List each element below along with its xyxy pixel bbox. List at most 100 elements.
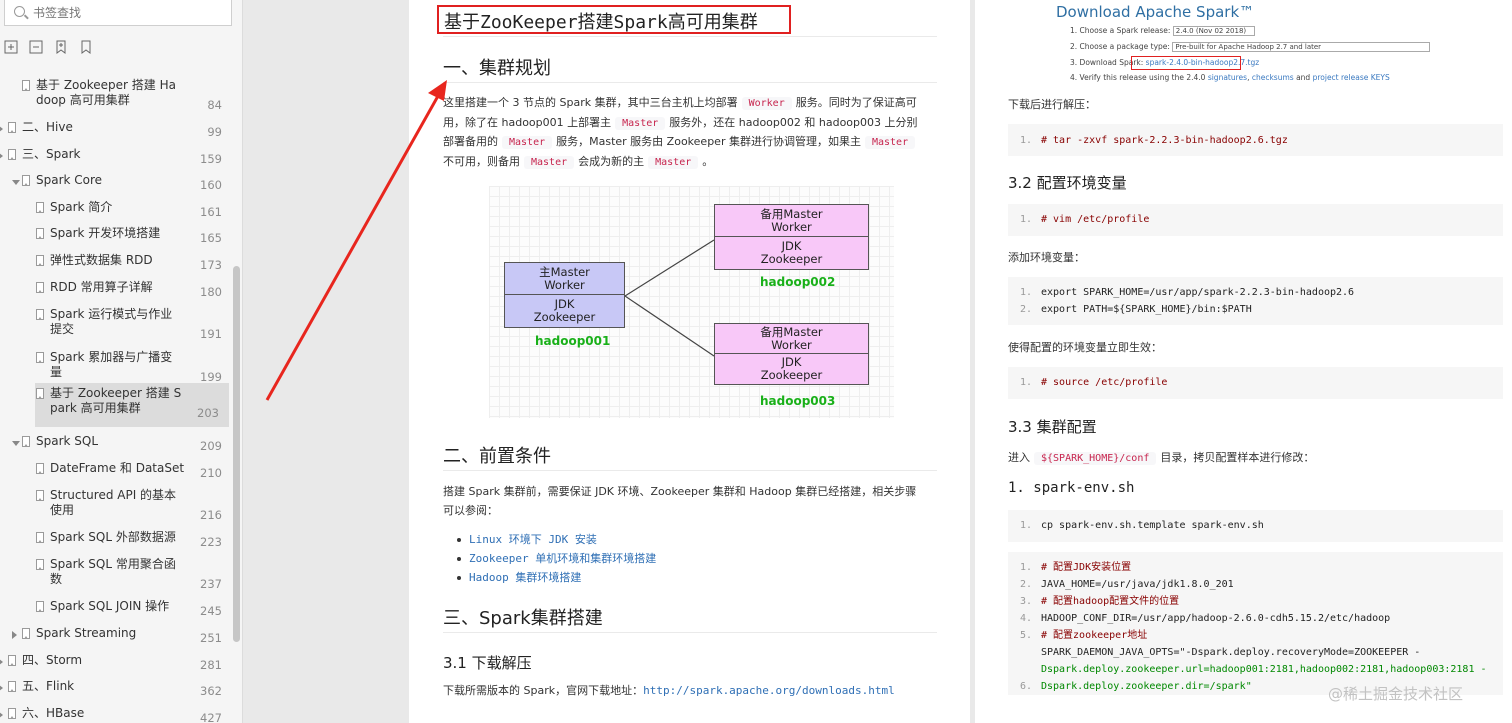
sidebar-bookmark-item[interactable]: Structured API 的基本 使用 216 bbox=[0, 488, 232, 526]
code-line: 5. # 配置zookeeper地址 bbox=[1008, 627, 1503, 644]
sidebar-bookmark-item[interactable]: 基于 Zookeeper 搭建 Spark 高可用集群 203 bbox=[35, 383, 229, 427]
sidebar-bookmark-item[interactable]: Spark SQL 常用聚合函数 237 bbox=[0, 557, 232, 595]
download-url-link[interactable]: http://spark.apache.org/downloads.html bbox=[643, 684, 895, 697]
bookmark-label: Spark SQL 常用聚合函数 bbox=[50, 557, 176, 587]
sidebar-bookmark-item[interactable]: Spark Streaming 251 bbox=[0, 626, 232, 646]
code-text: JAVA_HOME=/usr/java/jdk1.8.0_201 bbox=[1041, 579, 1234, 590]
sidebar-bookmark-item[interactable]: Spark 简介 161 bbox=[0, 200, 232, 220]
list-item: Zookeeper 单机环境和集群环境搭建 bbox=[457, 549, 656, 568]
bookmark-icon bbox=[8, 708, 16, 719]
bookmark-icon bbox=[36, 352, 44, 363]
sidebar-bookmark-item[interactable]: 三、Spark 159 bbox=[0, 147, 232, 167]
sidebar-bookmark-item[interactable]: RDD 常用算子详解 180 bbox=[0, 280, 232, 300]
signatures-link[interactable]: signatures bbox=[1208, 73, 1247, 82]
prereq-text: 搭建 Spark 集群前，需要保证 JDK 环境、Zookeeper 集群和 H… bbox=[443, 485, 917, 498]
list-item: Linux 环境下 JDK 安装 bbox=[457, 530, 656, 549]
bookmark-label-line: Spark Core bbox=[36, 173, 103, 187]
page-title: 基于ZooKeeper搭建Spark高可用集群 bbox=[444, 12, 758, 33]
bookmark-page-number: 84 bbox=[207, 98, 222, 112]
code-text: # vim /etc/profile bbox=[1041, 214, 1150, 225]
divider bbox=[443, 632, 937, 633]
link-jdk-install[interactable]: Linux 环境下 JDK 安装 bbox=[469, 533, 597, 546]
code-line: 2. JAVA_HOME=/usr/java/jdk1.8.0_201 bbox=[1008, 576, 1503, 593]
expand-all-icon[interactable] bbox=[4, 40, 18, 54]
download-text: 下载所需版本的 Spark，官网下载地址： bbox=[443, 684, 644, 697]
divider bbox=[443, 470, 937, 471]
bookmark-label-line: Spark 开发环境搭建 bbox=[50, 226, 161, 240]
collapse-arrow-icon[interactable] bbox=[12, 180, 20, 185]
node-text: Zookeeper bbox=[533, 310, 596, 324]
node-text: Worker bbox=[771, 219, 812, 234]
code-line: 1. # 配置JDK安装位置 bbox=[1008, 559, 1503, 576]
step-label: 1. Choose a Spark release: bbox=[1070, 26, 1171, 35]
link-hadoop-setup[interactable]: Hadoop 集群环境搭建 bbox=[469, 571, 581, 584]
intro-text: 用，除了在 hadoop001 上部署主 bbox=[443, 115, 612, 129]
bookmark-icon bbox=[8, 681, 16, 692]
collapse-all-icon[interactable] bbox=[29, 40, 43, 54]
bookmark-label-line: Spark SQL JOIN 操作 bbox=[50, 599, 170, 613]
bookmark-label-line: Spark 运行模式与作业 bbox=[50, 307, 173, 321]
bookmark-page-number: 160 bbox=[200, 178, 222, 192]
step-label: 4. Verify this release using the 2.4.0 bbox=[1070, 73, 1206, 82]
code-line: 1. # tar -zxvf spark-2.2.3-bin-hadoop2.6.… bbox=[1008, 132, 1503, 149]
section-heading-cluster-plan: 一、集群规划 bbox=[443, 58, 551, 79]
sidebar-bookmark-item[interactable]: Spark 开发环境搭建 165 bbox=[0, 226, 232, 246]
sidebar-bookmark-item[interactable]: 四、Storm 281 bbox=[0, 653, 232, 673]
code-block-source: 1. # source /etc/profile bbox=[1008, 367, 1503, 399]
make-effect-text: 使得配置的环境变量立即生效： bbox=[1008, 341, 1162, 354]
expand-arrow-icon[interactable] bbox=[0, 684, 3, 692]
checksums-link[interactable]: checksums bbox=[1252, 73, 1294, 82]
sidebar-bookmark-item[interactable]: Spark SQL 209 bbox=[0, 434, 232, 454]
sidebar-bookmark-item[interactable]: DateFrame 和 DataSet 210 bbox=[0, 461, 232, 481]
bookmark-page-number: 180 bbox=[200, 285, 222, 299]
sidebar-bookmark-item[interactable]: Spark SQL 外部数据源 223 bbox=[0, 530, 232, 550]
bookmark-search-input[interactable] bbox=[33, 4, 223, 22]
bookmark-icon bbox=[36, 388, 44, 399]
sidebar-bookmark-item[interactable]: 五、Flink 362 bbox=[0, 679, 232, 699]
node-text: Worker bbox=[771, 337, 812, 352]
enter-dir-paragraph: 进入 ${SPARK_HOME}/conf 目录，拷贝配置样本进行修改： bbox=[1008, 449, 1314, 465]
code-line: 1. cp spark-env.sh.template spark-env.sh bbox=[1008, 517, 1503, 534]
bookmark-page-number: 99 bbox=[207, 125, 222, 139]
package-type-select[interactable]: Pre-built for Apache Hadoop 2.7 and late… bbox=[1172, 42, 1431, 52]
expand-arrow-icon[interactable] bbox=[0, 125, 3, 133]
sidebar-bookmark-item[interactable]: Spark Core 160 bbox=[0, 173, 232, 193]
collapse-arrow-icon[interactable] bbox=[12, 441, 20, 446]
node-text: Zookeeper bbox=[760, 368, 823, 382]
sidebar-bookmark-item[interactable]: 二、Hive 99 bbox=[0, 120, 232, 140]
bookmark-icon bbox=[8, 122, 16, 133]
inline-code: Worker bbox=[741, 97, 792, 110]
bookmark-label-line: doop 高可用集群 bbox=[36, 93, 130, 107]
code-line: SPARK_DAEMON_JAVA_OPTS="-Dspark.deploy.r… bbox=[1008, 644, 1503, 661]
expand-arrow-icon[interactable] bbox=[0, 658, 3, 666]
sidebar-bookmark-item[interactable]: 弹性式数据集 RDD 173 bbox=[0, 253, 232, 273]
expand-arrow-icon[interactable] bbox=[0, 711, 3, 719]
sidebar-bookmark-item[interactable]: 基于 Zookeeper 搭建 Ha doop 高可用集群 84 bbox=[0, 78, 232, 116]
bookmark-icon[interactable] bbox=[79, 40, 93, 54]
sidebar-bookmark-item[interactable]: 六、HBase 427 bbox=[0, 706, 232, 723]
release-select[interactable]: 2.4.0 (Nov 02 2018) bbox=[1172, 26, 1255, 36]
after-download-text: 下载后进行解压： bbox=[1008, 98, 1096, 111]
line-number: 5. bbox=[1020, 630, 1033, 641]
link-zookeeper-setup[interactable]: Zookeeper 单机环境和集群环境搭建 bbox=[469, 552, 656, 565]
bookmark-label-line: 使用 bbox=[50, 503, 75, 517]
sidebar-bookmark-item[interactable]: Spark SQL JOIN 操作 245 bbox=[0, 599, 232, 619]
expand-arrow-icon[interactable] bbox=[12, 631, 17, 639]
intro-text: 服务。同时为了保证高可 bbox=[795, 96, 917, 109]
line-number: 1. bbox=[1020, 562, 1033, 573]
subsection-heading-download: 3.1 下载解压 bbox=[443, 654, 532, 672]
code-text: Dspark.deploy.zookeeper.dir=/spark" bbox=[1041, 681, 1252, 692]
bookmark-label-line: 基于 Zookeeper 搭建 Ha bbox=[36, 78, 176, 92]
sidebar-scroll-thumb[interactable] bbox=[233, 266, 240, 642]
expand-arrow-icon[interactable] bbox=[0, 152, 3, 160]
step-label: 2. Choose a package type: bbox=[1070, 42, 1170, 51]
bookmark-search-box[interactable] bbox=[4, 0, 232, 26]
add-bookmark-icon[interactable] bbox=[54, 40, 68, 54]
bookmark-label-line: 四、Storm bbox=[22, 653, 83, 667]
release-keys-link[interactable]: project release KEYS bbox=[1313, 73, 1390, 82]
bookmark-label: Spark 累加器与广播变量 bbox=[50, 350, 172, 380]
bookmark-label: DateFrame 和 DataSet bbox=[50, 461, 184, 476]
bookmark-label-line: Spark 累加器与广播变 bbox=[50, 350, 173, 364]
sidebar-bookmark-item[interactable]: Spark 运行模式与作业 提交 191 bbox=[0, 307, 232, 345]
bookmark-label-line: 六、HBase bbox=[22, 706, 85, 720]
